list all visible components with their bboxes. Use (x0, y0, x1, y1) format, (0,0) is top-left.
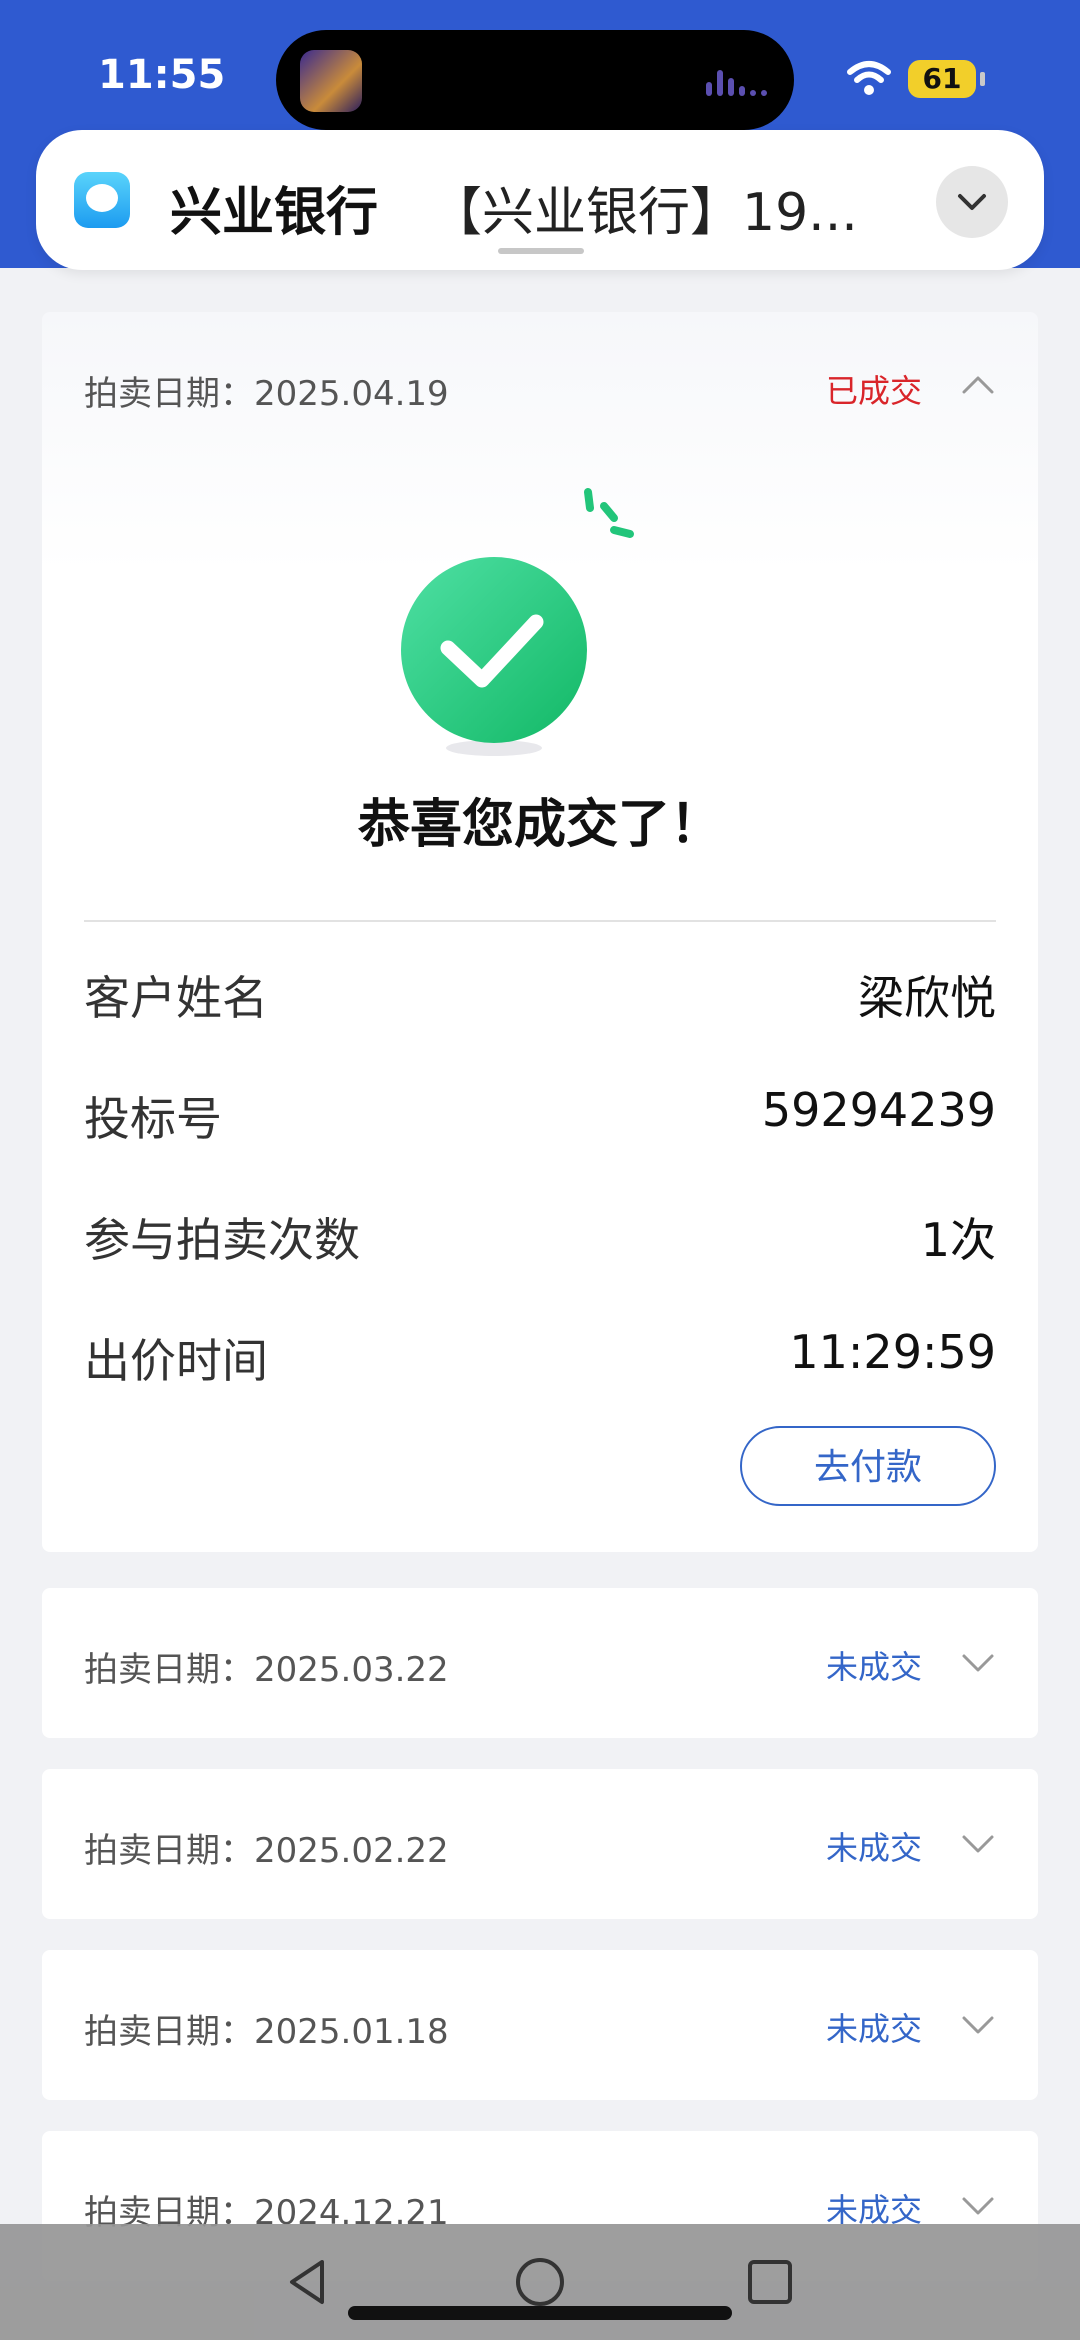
home-nav-icon[interactable] (512, 2254, 568, 2310)
home-indicator[interactable] (348, 2306, 732, 2320)
divider (84, 920, 996, 922)
back-nav-icon[interactable] (280, 2254, 336, 2310)
auction-card[interactable]: 拍卖日期：2025.01.18 未成交 (42, 1950, 1038, 2100)
auction-card-expanded: 拍卖日期：2025.04.19 已成交 恭喜您成交了！ 客户姓名 梁欣悦 投标号… (42, 312, 1038, 1552)
auction-card[interactable]: 拍卖日期：2025.03.22 未成交 (42, 1588, 1038, 1738)
chevron-down-icon[interactable] (960, 1644, 996, 1680)
success-check-icon (401, 488, 634, 756)
notification-preview: 【兴业银行】19... (430, 183, 858, 243)
auction-date: 拍卖日期：2025.03.22 (84, 1650, 449, 1690)
chevron-down-icon[interactable] (960, 1825, 996, 1861)
status-time: 11:55 (98, 52, 226, 98)
auction-date: 拍卖日期：2025.02.22 (84, 1831, 449, 1871)
detail-value: 59294239 (761, 1083, 996, 1137)
detail-row-participation-count: 参与拍卖次数 1次 (84, 1194, 996, 1274)
battery-level: 61 (908, 60, 976, 98)
chevron-down-icon[interactable] (960, 2187, 996, 2223)
system-nav-bar (0, 2224, 1080, 2340)
status-badge: 未成交 (825, 1648, 922, 1686)
chevron-down-icon[interactable] (960, 2006, 996, 2042)
detail-label: 客户姓名 (84, 971, 268, 1025)
status-badge: 未成交 (825, 2010, 922, 2048)
notification-expand-button[interactable] (936, 166, 1008, 238)
auction-date: 拍卖日期：2025.01.18 (84, 2012, 449, 2052)
notification-drag-handle[interactable] (498, 248, 584, 254)
media-thumbnail (300, 50, 362, 112)
recents-nav-icon[interactable] (742, 2254, 798, 2310)
detail-value: 1次 (920, 1213, 996, 1267)
detail-row-customer-name: 客户姓名 梁欣悦 (84, 952, 996, 1032)
battery-tip (980, 72, 985, 86)
pay-button[interactable]: 去付款 (740, 1426, 996, 1506)
auction-date: 拍卖日期：2025.04.19 (84, 374, 449, 414)
wifi-icon (847, 61, 891, 95)
detail-value: 11:29:59 (789, 1325, 996, 1379)
detail-row-bid-time: 出价时间 11:29:59 (84, 1315, 996, 1395)
detail-value: 梁欣悦 (858, 971, 996, 1025)
detail-label: 投标号 (84, 1092, 222, 1146)
notification-banner[interactable]: 兴业银行 【兴业银行】19... (36, 130, 1044, 270)
chevron-down-icon (958, 194, 986, 210)
auction-card-header[interactable]: 拍卖日期：2025.04.19 已成交 (84, 312, 996, 462)
congrats-message: 恭喜您成交了！ (357, 795, 722, 855)
status-badge: 未成交 (825, 1829, 922, 1867)
detail-label: 参与拍卖次数 (84, 1213, 360, 1267)
detail-row-bid-number: 投标号 59294239 (84, 1073, 996, 1153)
auction-card-header[interactable]: 拍卖日期：2025.01.18 未成交 (84, 1950, 996, 2100)
chevron-up-icon[interactable] (960, 368, 996, 404)
auction-card-header[interactable]: 拍卖日期：2025.03.22 未成交 (84, 1588, 996, 1738)
notification-sender: 兴业银行 (170, 183, 379, 243)
messages-app-icon (74, 172, 130, 228)
dynamic-island[interactable] (276, 30, 794, 130)
auction-card[interactable]: 拍卖日期：2025.02.22 未成交 (42, 1769, 1038, 1919)
audio-wave-icon (706, 66, 768, 96)
auction-card-header[interactable]: 拍卖日期：2025.02.22 未成交 (84, 1769, 996, 1919)
detail-label: 出价时间 (84, 1334, 268, 1388)
status-badge: 已成交 (825, 372, 922, 410)
